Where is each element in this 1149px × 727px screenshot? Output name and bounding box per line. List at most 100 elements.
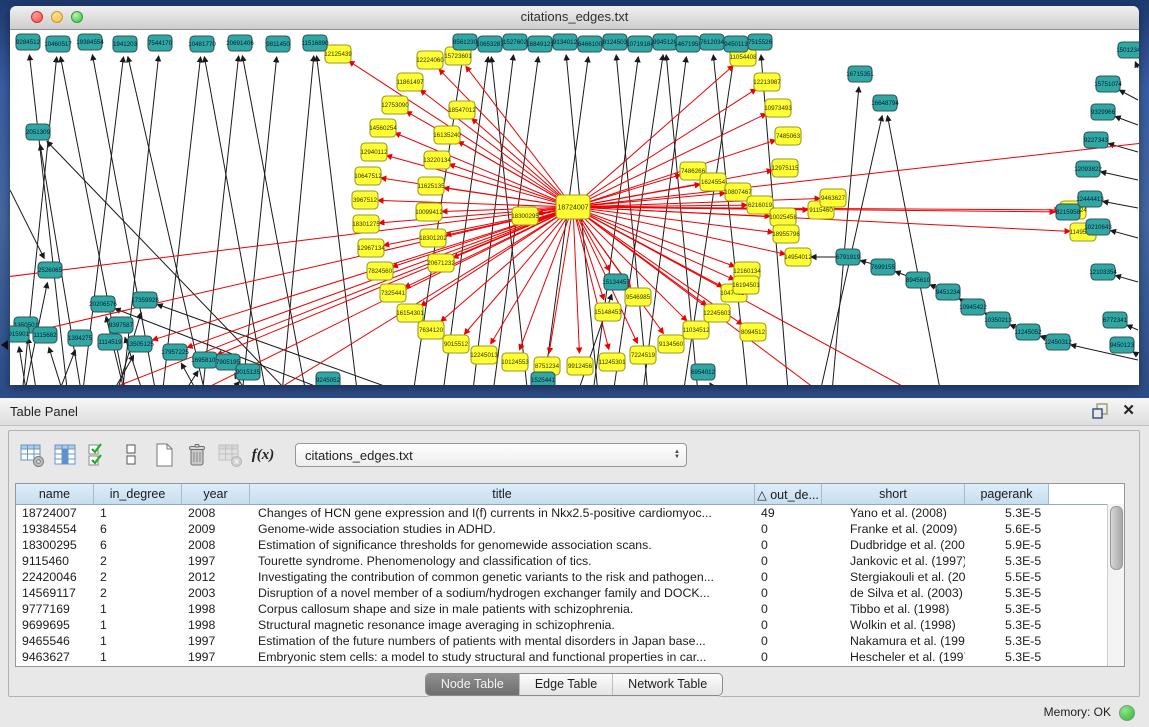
network-node[interactable]: 18301275 (352, 215, 380, 233)
show-columns-button[interactable] (50, 440, 80, 470)
network-node[interactable]: 7325441 (380, 284, 406, 302)
network-node[interactable]: 10719184 (626, 36, 654, 52)
network-node[interactable]: 9451234 (936, 284, 961, 300)
network-node[interactable]: 9284512 (16, 34, 41, 50)
network-node[interactable]: 12245603 (703, 304, 731, 322)
network-node[interactable]: 15751074 (1094, 76, 1122, 92)
network-node[interactable]: 12450312 (1044, 334, 1072, 350)
network-node[interactable]: 12444413 (1076, 191, 1104, 207)
network-node[interactable]: 6772341 (1103, 312, 1128, 328)
network-node[interactable]: 16154301 (396, 304, 424, 322)
network-node[interactable]: 1115682 (33, 327, 57, 343)
network-node[interactable]: 20691406 (226, 35, 254, 51)
network-node[interactable]: 12213987 (753, 73, 781, 91)
network-node[interactable]: 12125439 (324, 45, 352, 63)
table-row[interactable]: 969969511998Structural magnetic resonanc… (16, 617, 1124, 633)
network-node[interactable]: 20671232 (427, 254, 455, 272)
network-node[interactable]: 6954012 (691, 364, 716, 380)
network-node[interactable]: 9329966 (1091, 104, 1116, 120)
network-node[interactable]: 9450123 (1110, 337, 1135, 353)
network-node[interactable]: 8561230 (453, 34, 478, 50)
window-close-button[interactable] (31, 11, 43, 23)
tab-node-table[interactable]: Node Table (426, 674, 519, 695)
network-node[interactable]: 9134560 (658, 335, 684, 353)
delete-column-button[interactable] (215, 440, 245, 470)
network-node[interactable]: 14954012 (784, 248, 812, 266)
network-node[interactable]: 19384554 (76, 34, 104, 50)
network-node[interactable]: 10945422 (959, 299, 987, 315)
network-node[interactable]: 10653287 (476, 36, 504, 52)
create-table-button[interactable] (149, 440, 179, 470)
network-node[interactable]: 2051309 (26, 124, 51, 140)
network-node[interactable]: 17359928 (131, 292, 159, 308)
network-node[interactable]: 9134012 (553, 34, 578, 50)
network-node[interactable]: 17957225 (161, 344, 189, 360)
network-node[interactable]: 16194501 (732, 276, 760, 294)
network-node[interactable]: 10647512 (354, 167, 382, 185)
network-node[interactable]: 9450113 (724, 36, 748, 52)
table-row[interactable]: 946554611997Estimation of the future num… (16, 633, 1124, 649)
delete-table-button[interactable] (182, 440, 212, 470)
network-node[interactable]: 7515526 (748, 34, 773, 50)
table-row[interactable]: 1456911722003Disruption of a novel membe… (16, 585, 1124, 601)
tab-edge-table[interactable]: Edge Table (519, 674, 612, 695)
network-node[interactable]: 11245052 (1014, 324, 1042, 340)
network-node[interactable]: 9912456 (567, 357, 593, 375)
network-node[interactable]: 14671958 (674, 36, 702, 52)
network-node[interactable]: 15134457 (602, 274, 630, 290)
table-row[interactable]: 946362711997Embryonic stem cells: a mode… (16, 649, 1124, 665)
network-node[interactable]: 15148453 (594, 303, 622, 321)
network-view[interactable]: 1830029512224060118614971275309014560254… (10, 30, 1139, 385)
network-node[interactable]: 14560254 (369, 119, 397, 137)
column-header-name[interactable]: name (16, 484, 94, 504)
network-node[interactable]: 15012345 (1116, 42, 1139, 58)
network-node[interactable]: 11861497 (396, 73, 424, 91)
network-node[interactable]: 16849121 (526, 36, 554, 52)
network-node[interactable]: 7634120 (418, 321, 444, 339)
network-node[interactable]: 13220134 (423, 151, 451, 169)
network-node[interactable]: 8945610 (906, 272, 931, 288)
network-node[interactable]: 9397587 (109, 317, 134, 333)
network-node[interactable]: 10025458 (769, 208, 797, 226)
scrollbar-thumb[interactable] (1110, 506, 1123, 570)
network-node[interactable]: 11625135 (417, 177, 445, 195)
table-row[interactable]: 977716911998Corpus callosum shape and si… (16, 601, 1124, 617)
window-minimize-button[interactable] (51, 11, 63, 23)
network-node[interactable]: 7485063 (775, 127, 801, 145)
network-node[interactable]: 7824560 (367, 262, 393, 280)
table-row[interactable]: 1938455462009Genome-wide association stu… (16, 521, 1124, 537)
column-header-title[interactable]: title (250, 484, 755, 504)
network-node[interactable]: 12245013 (470, 346, 498, 364)
network-node[interactable]: 12940112 (360, 143, 388, 161)
network-node[interactable]: 6216019 (747, 196, 773, 214)
network-node[interactable]: 11245301 (598, 353, 626, 371)
network-hub-node[interactable]: 18724007 (556, 195, 590, 219)
network-node[interactable]: 7699155 (871, 259, 896, 275)
table-selector-dropdown[interactable]: citations_edges.txt ▲▼ (295, 443, 687, 467)
network-node[interactable]: 16135240 (433, 126, 461, 144)
network-node[interactable]: 9015135 (236, 364, 261, 380)
network-node[interactable]: 1525441 (531, 372, 556, 385)
network-node[interactable]: 1624554 (700, 173, 726, 191)
function-builder-button[interactable]: f(x) (248, 440, 278, 470)
column-header-pagerank[interactable]: pagerank (965, 484, 1049, 504)
network-node[interactable]: 2526065 (38, 262, 63, 278)
network-node[interactable]: 8094512 (740, 323, 766, 341)
network-node[interactable]: 8215958 (1056, 204, 1081, 220)
network-node[interactable]: 18547012 (448, 101, 476, 119)
network-node[interactable]: 10973493 (764, 99, 792, 117)
network-node[interactable]: 3967512 (352, 191, 378, 209)
network-node[interactable]: 9227343 (1084, 132, 1109, 148)
column-header-year[interactable]: year (182, 484, 250, 504)
table-mode-button[interactable] (17, 440, 47, 470)
network-node[interactable]: 6466100 (578, 36, 603, 52)
network-node[interactable]: 3915901 (10, 326, 30, 342)
table-row[interactable]: 1830029562008Estimation of significance … (16, 537, 1124, 553)
network-node[interactable]: 16648794 (871, 95, 899, 111)
network-node[interactable]: 1394275 (68, 330, 93, 346)
window-zoom-button[interactable] (71, 11, 83, 23)
table-scrollbar[interactable] (1107, 504, 1124, 666)
network-node[interactable]: 12753090 (381, 96, 409, 114)
network-node[interactable]: 11034512 (682, 321, 710, 339)
panel-collapse-arrow[interactable] (1, 340, 8, 350)
